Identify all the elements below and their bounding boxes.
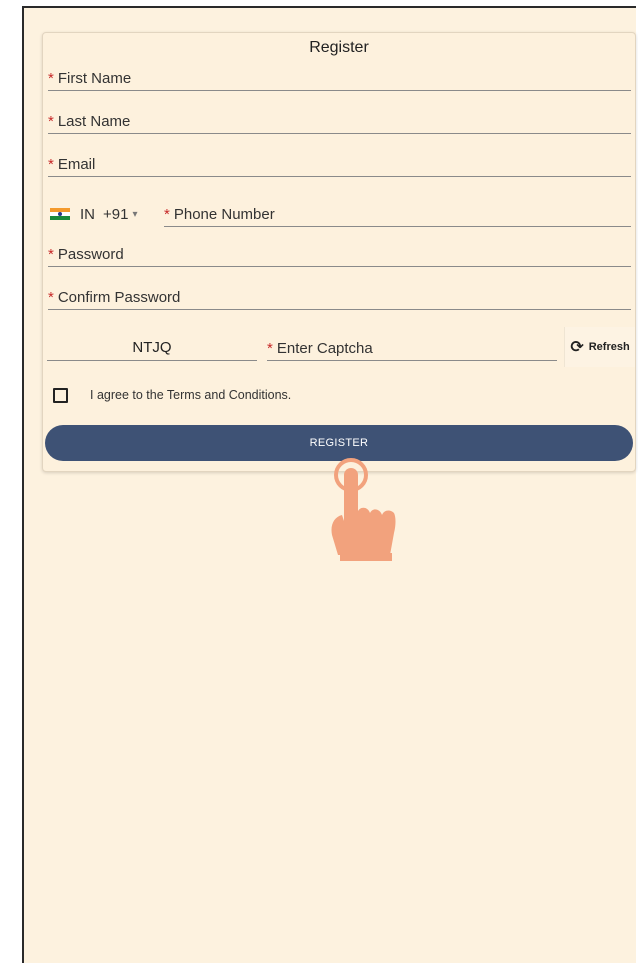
password-field[interactable]: * Password <box>48 243 631 267</box>
required-mark: * <box>48 289 54 306</box>
chevron-down-icon: ▾ <box>132 208 138 220</box>
refresh-captcha-button[interactable]: ⟳ Refresh <box>564 327 635 367</box>
confirm-password-field[interactable]: * Confirm Password <box>48 286 631 310</box>
phone-number-field[interactable]: * Phone Number <box>164 201 631 227</box>
required-mark: * <box>48 113 54 130</box>
terms-checkbox[interactable] <box>53 387 68 403</box>
app-screen: Register * First Name * Last Name * Email I… <box>22 6 636 963</box>
last-name-field[interactable]: * Last Name <box>48 110 631 134</box>
tap-hand-icon <box>331 458 396 561</box>
required-mark: * <box>48 70 54 87</box>
india-flag-icon <box>50 208 70 220</box>
dial-code: +91 <box>103 205 129 223</box>
phone-number-label: * Phone Number <box>164 206 275 223</box>
register-button[interactable]: REGISTER <box>45 425 633 461</box>
required-mark: * <box>164 206 170 223</box>
form-title: Register <box>309 39 369 56</box>
country-code-select[interactable]: IN +91 ▾ <box>50 204 137 224</box>
captcha-label: * Enter Captcha <box>267 340 373 357</box>
phone-row: IN +91 ▾ * Phone Number <box>48 199 631 229</box>
register-card: Register * First Name * Last Name * Email I… <box>42 32 636 472</box>
password-label: * Password <box>48 246 124 263</box>
refresh-icon: ⟳ <box>570 339 584 356</box>
first-name-field[interactable]: * First Name <box>48 67 631 91</box>
refresh-label: Refresh <box>588 341 630 353</box>
terms-label: I agree to the Terms and Conditions. <box>90 388 292 402</box>
last-name-label: * Last Name <box>48 113 131 130</box>
first-name-label: * First Name <box>48 70 132 87</box>
required-mark: * <box>267 340 273 357</box>
email-label: * Email <box>48 156 96 173</box>
required-mark: * <box>48 156 54 173</box>
confirm-password-label: * Confirm Password <box>48 289 181 306</box>
captcha-input[interactable]: * Enter Captcha <box>267 337 557 361</box>
email-field[interactable]: * Email <box>48 153 631 177</box>
terms-row: I agree to the Terms and Conditions. <box>53 385 291 405</box>
required-mark: * <box>48 246 54 263</box>
country-code: IN <box>80 205 95 223</box>
captcha-code: NTJQ <box>47 337 257 361</box>
